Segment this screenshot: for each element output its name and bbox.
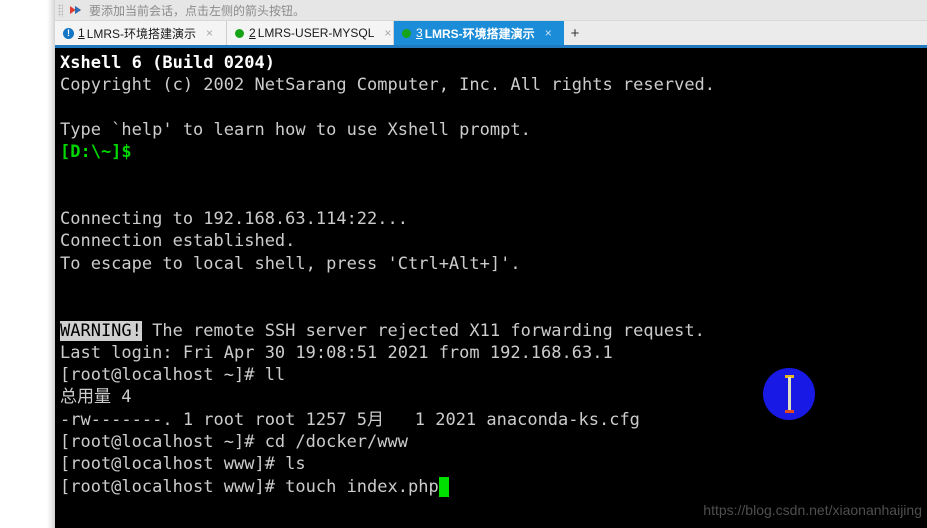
window-edge-shadow xyxy=(47,0,55,528)
terminal-line: Copyright (c) 2002 NetSarang Computer, I… xyxy=(60,75,716,96)
terminal-prompt-local: [D:\~]$ xyxy=(60,142,132,163)
screenshot-root: 要添加当前会话，点击左侧的箭头按钮。 ! 1 LMRS-环境搭建演示 × 2 L… xyxy=(0,0,927,528)
terminal-current-command-line: [root@localhost www]# touch index.php xyxy=(60,476,927,498)
ibeam-cursor-icon xyxy=(785,375,794,413)
tab-close-icon-3[interactable]: × xyxy=(545,27,552,39)
terminal-line: Connection established. xyxy=(60,231,296,252)
watermark-text: https://blog.csdn.net/xiaonanhaijing xyxy=(703,502,922,518)
alert-badge-icon: ! xyxy=(63,27,74,39)
terminal-line: Xshell 6 (Build 0204) xyxy=(60,53,275,73)
terminal-output[interactable]: Xshell 6 (Build 0204) Copyright (c) 2002… xyxy=(55,48,927,528)
red-arrow-icon xyxy=(68,3,84,17)
tab-index-3: 3 xyxy=(416,26,423,40)
tab-lmrs-huanjing-3[interactable]: 3 LMRS-环境搭建演示 × xyxy=(394,21,564,45)
green-dot-icon-2 xyxy=(235,28,244,38)
tab-close-icon-1[interactable]: × xyxy=(206,27,213,39)
terminal-warning-line: WARNING! The remote SSH server rejected … xyxy=(60,320,927,342)
tab-lmrs-huanjing-1[interactable]: ! 1 LMRS-环境搭建演示 × xyxy=(55,21,227,45)
terminal-line: Last login: Fri Apr 30 19:08:51 2021 fro… xyxy=(60,342,613,363)
tab-label-2: LMRS-USER-MYSQL xyxy=(257,26,375,40)
warning-highlight: WARNING! xyxy=(60,320,142,341)
tab-strip: ! 1 LMRS-环境搭建演示 × 2 LMRS-USER-MYSQL × 3 … xyxy=(55,21,927,45)
toolbar-hint-bar: 要添加当前会话，点击左侧的箭头按钮。 xyxy=(55,0,927,21)
terminal-line: Connecting to 192.168.63.114:22... xyxy=(60,209,408,230)
xshell-window: 要添加当前会话，点击左侧的箭头按钮。 ! 1 LMRS-环境搭建演示 × 2 L… xyxy=(55,0,927,528)
terminal-current-command: [root@localhost www]# touch index.php xyxy=(60,476,439,497)
text-cursor-block xyxy=(438,476,449,497)
terminal-line: Type `help' to learn how to use Xshell p… xyxy=(60,119,531,140)
new-tab-button[interactable]: + xyxy=(564,21,586,45)
tab-lmrs-user-mysql-2[interactable]: 2 LMRS-USER-MYSQL × xyxy=(227,21,394,45)
tab-index-1: 1 xyxy=(78,26,85,40)
toolbar-hint-text: 要添加当前会话，点击左侧的箭头按钮。 xyxy=(89,3,306,18)
toolbar-grip-icon xyxy=(58,3,63,17)
tab-index-2: 2 xyxy=(249,26,256,40)
terminal-line: [root@localhost ~]# cd /docker/www xyxy=(60,432,408,453)
tab-close-icon-2[interactable]: × xyxy=(384,27,391,39)
terminal-line: [root@localhost www]# ls xyxy=(60,454,306,475)
warning-message: The remote SSH server rejected X11 forwa… xyxy=(141,320,705,341)
green-dot-icon-3 xyxy=(402,28,411,38)
tab-label-1: LMRS-环境搭建演示 xyxy=(86,26,197,41)
terminal-line: To escape to local shell, press 'Ctrl+Al… xyxy=(60,253,521,274)
tab-label-3: LMRS-环境搭建演示 xyxy=(424,26,535,41)
